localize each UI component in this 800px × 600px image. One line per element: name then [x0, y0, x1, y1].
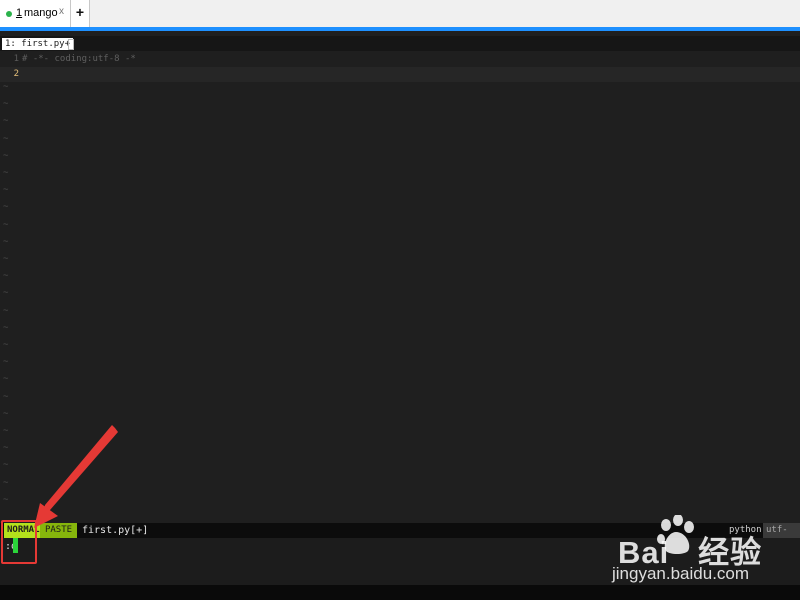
annotation-arrow-icon [34, 425, 118, 528]
watermark-url: jingyan.baidu.com [612, 564, 750, 583]
